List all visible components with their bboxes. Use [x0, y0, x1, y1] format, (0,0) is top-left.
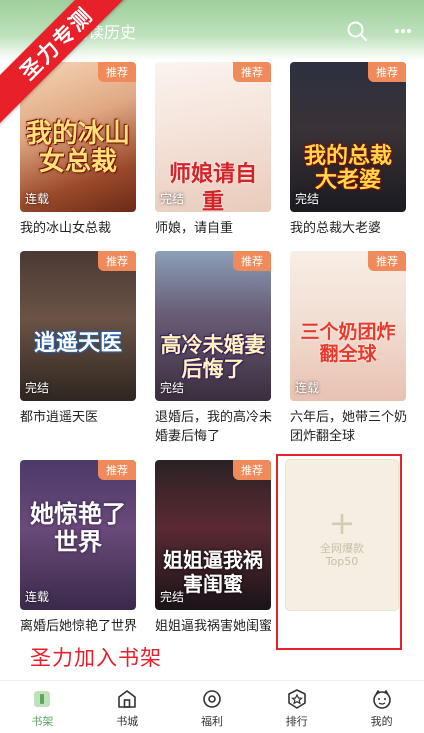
cover-title: 高冷未婚妻后悔了: [160, 332, 266, 381]
ranking-icon: [287, 689, 306, 709]
bookshelf-icon: [34, 691, 51, 707]
store-icon: [118, 690, 136, 708]
tab-label: 书城: [116, 715, 139, 728]
recommend-badge: 推荐: [368, 62, 406, 82]
recommend-badge: 推荐: [98, 251, 136, 271]
book-item[interactable]: 姐姐逼我祸害闺蜜 推荐 完结 姐姐逼我祸害她闺蜜: [155, 460, 272, 636]
book-cover[interactable]: 师娘请自重 推荐 完结: [155, 62, 271, 212]
book-cover[interactable]: 姐姐逼我祸害闺蜜 推荐 完结: [155, 460, 271, 610]
book-item[interactable]: 我的总裁大老婆 推荐 完结 我的总裁大老婆: [290, 62, 406, 238]
book-title: 师娘，请自重: [155, 221, 234, 236]
tab-ranking[interactable]: 排行: [254, 681, 339, 733]
tab-bookshelf[interactable]: 书架: [0, 681, 85, 733]
status-label: 完结: [25, 381, 50, 395]
profile-icon: [372, 689, 391, 709]
recommend-badge: 推荐: [368, 251, 406, 271]
book-title: 我的冰山女总裁: [20, 221, 112, 236]
recommend-badge: 推荐: [98, 460, 136, 480]
tab-label: 书架: [31, 715, 54, 728]
book-title: 我的总裁大老婆: [290, 221, 382, 236]
book-cover[interactable]: 三个奶团炸翻全球 推荐 连载: [290, 251, 406, 401]
book-cover[interactable]: 逍遥天医 推荐 完结: [20, 251, 136, 401]
cover-title: 我的总裁大老婆: [303, 143, 392, 193]
status-label: 完结: [160, 590, 185, 604]
status-label: 完结: [160, 192, 185, 206]
gift-icon: [203, 690, 221, 708]
annotation-text: 圣力加入书架: [30, 646, 162, 670]
book-title: 姐姐逼我祸害她闺蜜: [155, 619, 273, 634]
status-label: 连载: [25, 192, 50, 206]
recommend-badge: 推荐: [233, 460, 271, 480]
book-item[interactable]: 她惊艳了世界 推荐 连载 离婚后她惊艳了世界: [20, 460, 137, 636]
tab-label: 我的: [370, 715, 393, 728]
tab-profile[interactable]: 我的: [339, 681, 424, 733]
recommend-badge: 推荐: [233, 62, 271, 82]
bottom-tab-bar: 书架 书城 福利 排行 我的: [0, 680, 424, 733]
book-item[interactable]: 逍遥天医 推荐 完结 都市逍遥天医: [20, 251, 136, 427]
status-label: 完结: [295, 192, 320, 206]
book-title: 离婚后她惊艳了世界: [20, 619, 138, 634]
status-label: 连载: [25, 590, 50, 604]
more-icon[interactable]: [392, 20, 414, 42]
book-item[interactable]: 师娘请自重 推荐 完结 师娘，请自重: [155, 62, 271, 238]
recommend-badge: 推荐: [233, 251, 271, 271]
book-title: 六年后，她带三个奶团炸翻全球: [290, 410, 408, 444]
cover-title: 我的冰山女总裁: [25, 119, 130, 177]
recommend-badge: 推荐: [98, 62, 136, 82]
search-icon[interactable]: [346, 20, 368, 42]
book-title: 退婚后，我的高冷未婚妻后悔了: [155, 410, 273, 444]
cover-title: 逍遥天医: [33, 330, 122, 356]
cover-title: 三个奶团炸翻全球: [300, 321, 396, 365]
tab-welfare[interactable]: 福利: [170, 681, 255, 733]
book-item[interactable]: 三个奶团炸翻全球 推荐 连载 六年后，她带三个奶团炸翻全球: [290, 251, 407, 446]
status-label: 连载: [295, 381, 320, 395]
tab-label: 福利: [200, 715, 223, 728]
book-item[interactable]: 我的冰山女总裁 推荐 连载 我的冰山女总裁: [20, 62, 136, 238]
cover-title: 她惊艳了世界: [30, 499, 126, 556]
status-label: 完结: [160, 381, 185, 395]
book-cover[interactable]: 她惊艳了世界 推荐 连载: [20, 460, 136, 610]
book-cover[interactable]: 我的总裁大老婆 推荐 完结: [290, 62, 406, 212]
book-title: 都市逍遥天医: [20, 410, 99, 425]
book-item[interactable]: 高冷未婚妻后悔了 推荐 完结 退婚后，我的高冷未婚妻后悔了: [155, 251, 272, 446]
tab-bookstore[interactable]: 书城: [85, 681, 170, 733]
highlight-box: [276, 454, 402, 650]
book-cover[interactable]: 高冷未婚妻后悔了 推荐 完结: [155, 251, 271, 401]
tab-label: 排行: [285, 715, 308, 728]
